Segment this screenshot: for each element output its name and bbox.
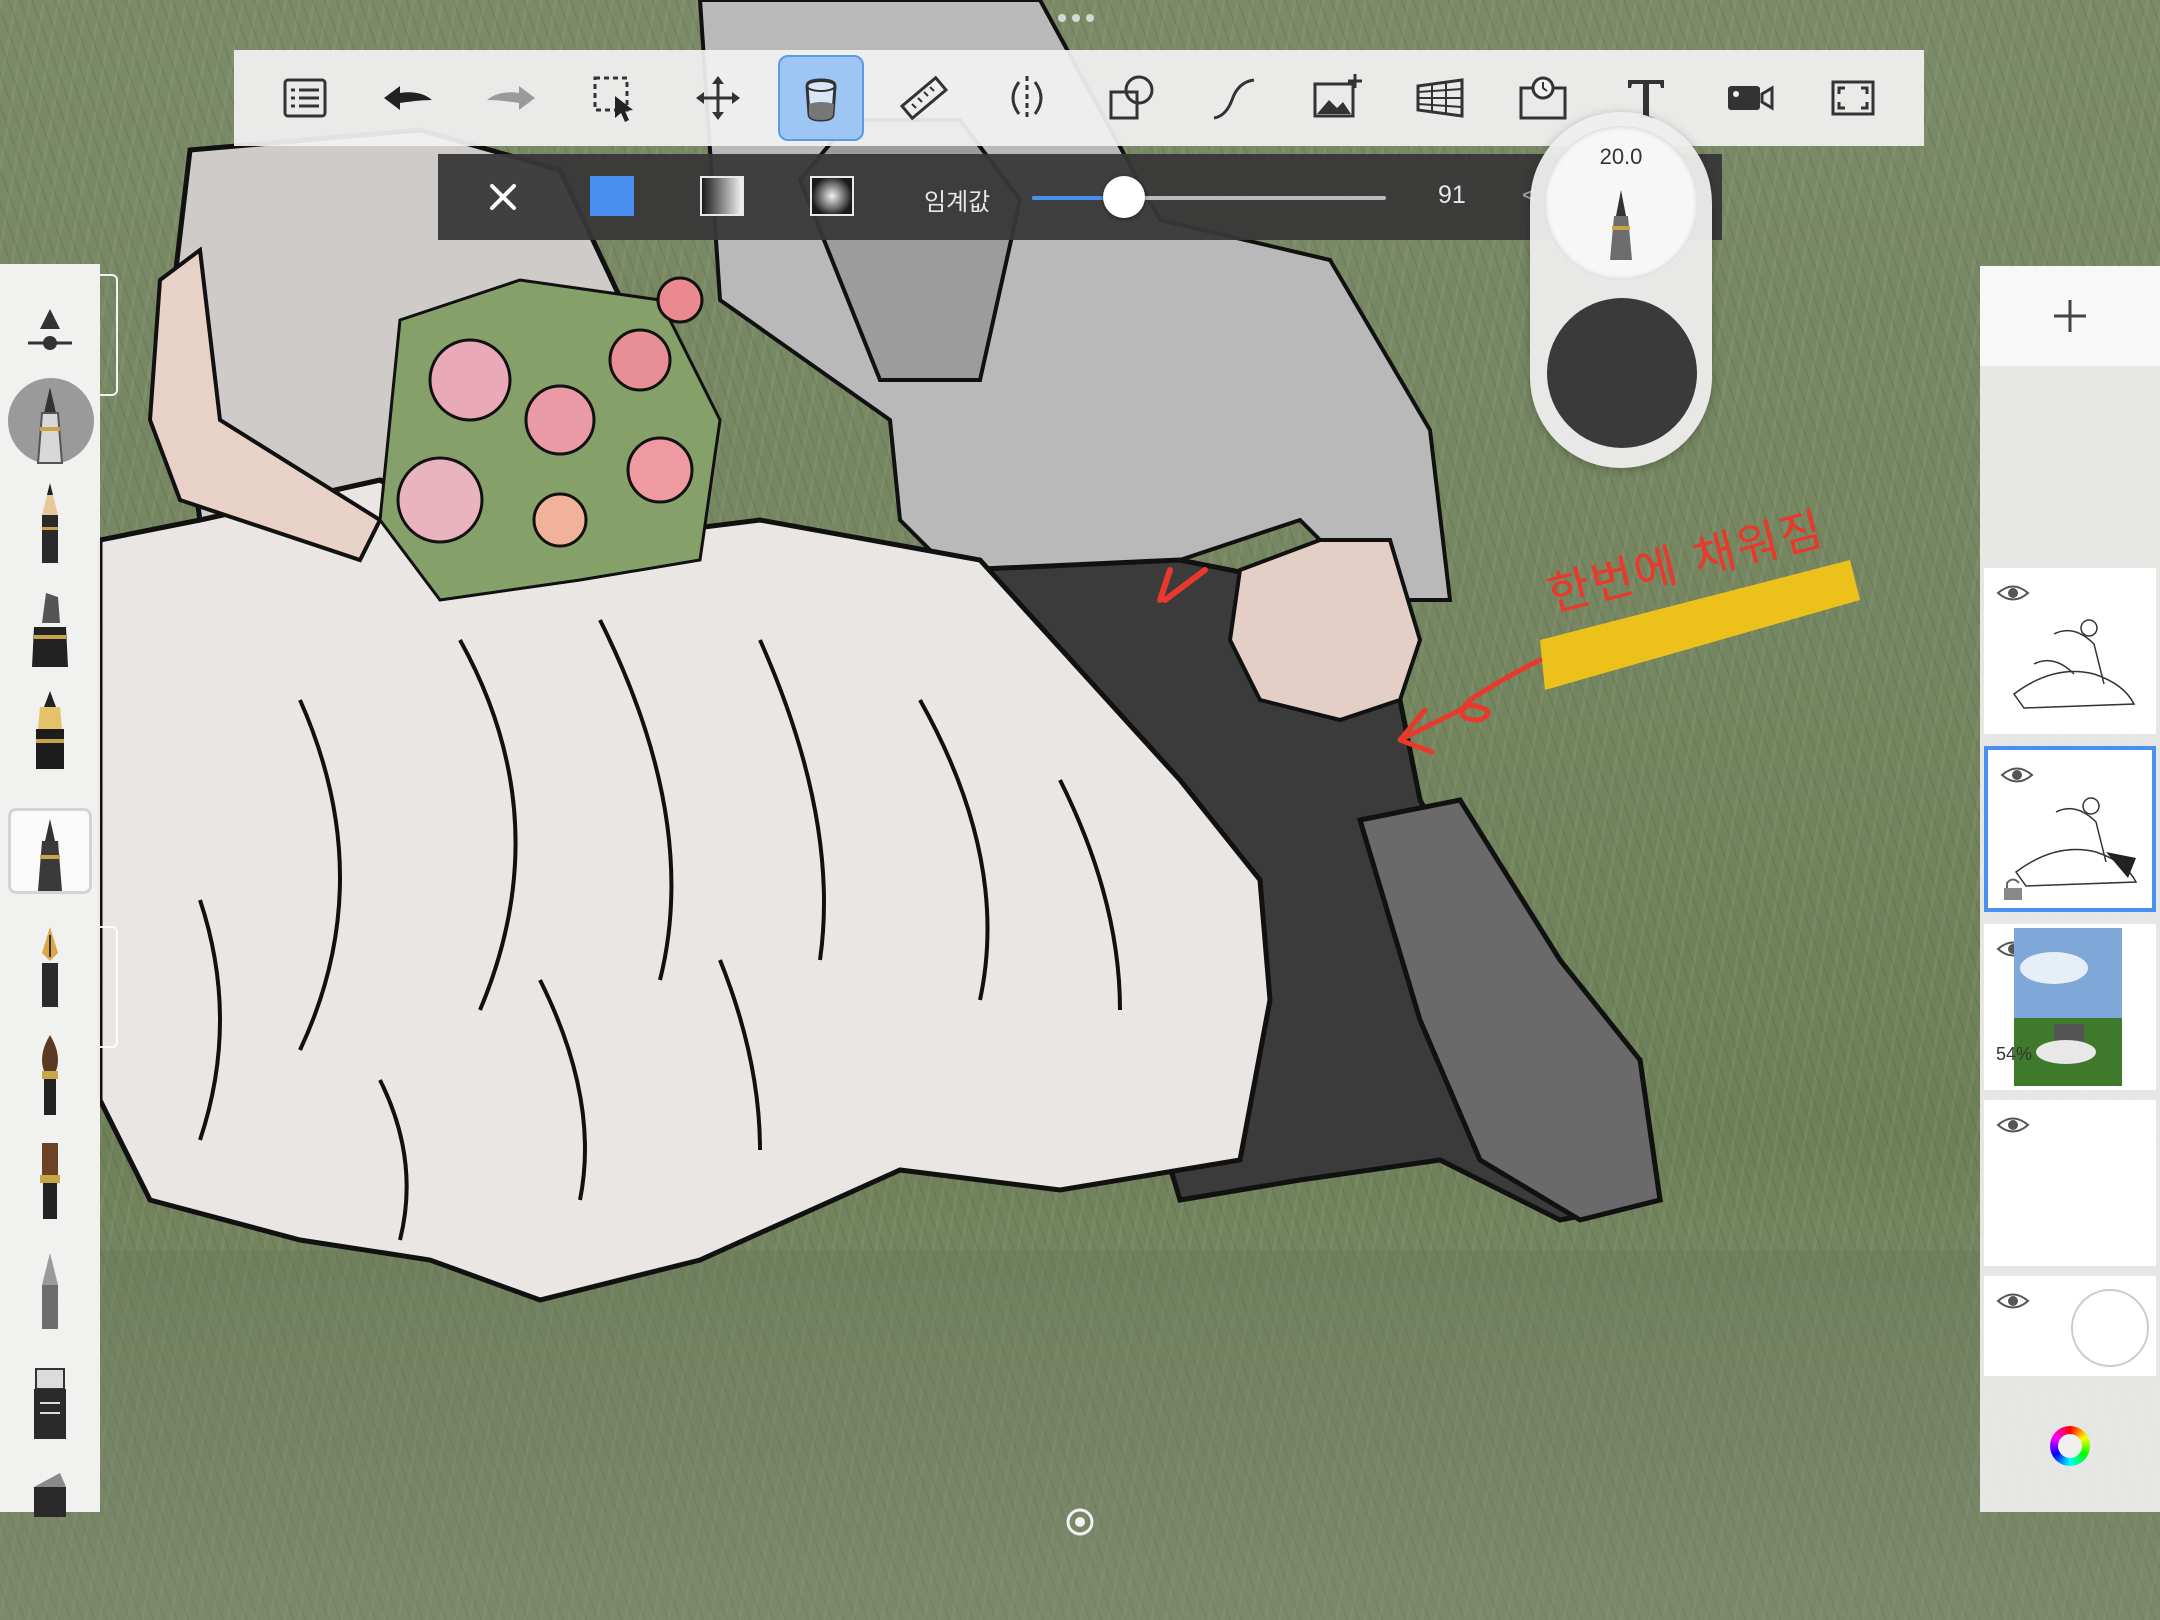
brush-marker[interactable] bbox=[0, 578, 100, 674]
brush-puck: 20.0 bbox=[1530, 112, 1712, 468]
undo-arrow-icon bbox=[384, 86, 433, 110]
fullscreen-button[interactable] bbox=[1810, 55, 1896, 141]
brush-fountain-pen[interactable] bbox=[0, 918, 100, 1014]
fountain-pen-icon bbox=[42, 927, 58, 1007]
symmetry-button[interactable] bbox=[984, 55, 1070, 141]
import-image-button[interactable] bbox=[1294, 55, 1380, 141]
plus-icon bbox=[2054, 300, 2086, 332]
add-layer-button[interactable] bbox=[1980, 266, 2160, 366]
radial-gradient-fill-button[interactable] bbox=[810, 176, 854, 216]
move-arrows-icon bbox=[695, 76, 740, 120]
eraser-icon bbox=[34, 1368, 66, 1439]
brush-settings-icon bbox=[28, 309, 72, 350]
layer-background[interactable] bbox=[1984, 1276, 2156, 1376]
color-wheel-button[interactable] bbox=[1980, 1380, 2160, 1512]
close-icon[interactable] bbox=[478, 172, 528, 222]
palette-tab-top[interactable] bbox=[100, 274, 118, 396]
shapes-icon bbox=[1109, 75, 1153, 120]
chisel-icon bbox=[34, 1473, 66, 1517]
video-camera-icon bbox=[1727, 85, 1774, 111]
round-brush-icon bbox=[42, 1035, 58, 1115]
selection-button[interactable] bbox=[572, 55, 658, 141]
layer-thumbnail bbox=[2012, 619, 2136, 709]
eye-icon[interactable] bbox=[1996, 1290, 2030, 1312]
fullscreen-icon bbox=[1831, 80, 1875, 116]
threshold-label: 임계값 bbox=[924, 189, 991, 216]
ruler-icon bbox=[900, 75, 949, 121]
pencil-nib-icon bbox=[1610, 190, 1632, 260]
marker-icon bbox=[32, 593, 68, 667]
layer-line-art[interactable] bbox=[1984, 568, 2156, 734]
brush-pencil[interactable] bbox=[0, 474, 100, 570]
symmetry-icon bbox=[1011, 76, 1043, 120]
toolbar-grip[interactable] bbox=[1058, 14, 1102, 26]
solid-fill-button[interactable] bbox=[590, 176, 634, 216]
brush-size-dial[interactable]: 20.0 bbox=[1544, 126, 1698, 280]
background-color-swatch bbox=[2071, 1289, 2149, 1367]
image-add-icon bbox=[1313, 74, 1362, 118]
palette-tab-bottom[interactable] bbox=[100, 926, 118, 1048]
paint-bucket-icon bbox=[805, 78, 837, 122]
drawing-canvas[interactable]: 한번에 채워짐 bbox=[0, 0, 2160, 1620]
timelapse-icon bbox=[1519, 76, 1567, 120]
shapes-button[interactable] bbox=[1088, 55, 1174, 141]
artwork bbox=[0, 0, 2160, 1620]
threshold-slider-knob[interactable] bbox=[1103, 176, 1145, 218]
brush-chisel[interactable] bbox=[0, 1432, 100, 1528]
layer-empty[interactable] bbox=[1984, 1100, 2156, 1266]
redo-arrow-icon bbox=[487, 86, 536, 110]
threshold-slider[interactable] bbox=[1032, 176, 1386, 218]
list-icon bbox=[283, 78, 327, 118]
flat-brush-icon bbox=[40, 1143, 60, 1219]
pencil-icon bbox=[36, 387, 64, 464]
layers-list-button[interactable] bbox=[262, 55, 348, 141]
layers-panel: 54% bbox=[1980, 266, 2160, 1512]
bouquet bbox=[378, 276, 722, 602]
selection-arrow-icon bbox=[593, 76, 633, 122]
layer-photo[interactable]: 54% bbox=[1984, 924, 2156, 1090]
fineliner-icon bbox=[38, 819, 62, 891]
brush-settings-button[interactable] bbox=[0, 284, 100, 380]
canvas-rotate-icon[interactable] bbox=[1062, 1504, 1098, 1540]
ruler-button[interactable] bbox=[881, 55, 967, 141]
brush-palette bbox=[0, 264, 100, 1517]
brush-airbrush[interactable] bbox=[0, 1240, 100, 1336]
brush-size-value: 20.0 bbox=[1599, 144, 1643, 169]
layer-fill[interactable] bbox=[1984, 746, 2156, 912]
eye-icon[interactable] bbox=[1996, 582, 2030, 604]
brush-ink-pen[interactable] bbox=[0, 680, 100, 776]
transform-button[interactable] bbox=[675, 55, 761, 141]
ink-pen-icon bbox=[36, 691, 64, 769]
airbrush-icon bbox=[42, 1253, 58, 1329]
brush-flat-brush[interactable] bbox=[0, 1130, 100, 1226]
eye-icon[interactable] bbox=[1996, 1114, 2030, 1136]
perspective-grid-icon bbox=[1416, 78, 1464, 118]
brush-pencil-selected[interactable] bbox=[0, 374, 100, 470]
undo-button[interactable] bbox=[365, 55, 451, 141]
perspective-button[interactable] bbox=[1397, 55, 1483, 141]
curve-stroke-icon bbox=[1213, 78, 1254, 120]
color-wheel-icon bbox=[2050, 1426, 2090, 1466]
linear-gradient-fill-button[interactable] bbox=[700, 176, 744, 216]
graphite-pencil-icon bbox=[42, 483, 58, 563]
current-color-well[interactable] bbox=[1547, 298, 1697, 448]
redo-button[interactable] bbox=[468, 55, 554, 141]
stroke-button[interactable] bbox=[1191, 55, 1277, 141]
layer-opacity: 54% bbox=[1996, 1044, 2033, 1064]
record-button[interactable] bbox=[1707, 55, 1793, 141]
threshold-value: 91 bbox=[1438, 181, 1466, 209]
fill-button[interactable] bbox=[777, 55, 864, 141]
brush-fineliner[interactable] bbox=[0, 806, 100, 902]
alpha-lock-icon[interactable] bbox=[2002, 876, 2024, 902]
brush-round-brush[interactable] bbox=[0, 1026, 100, 1122]
